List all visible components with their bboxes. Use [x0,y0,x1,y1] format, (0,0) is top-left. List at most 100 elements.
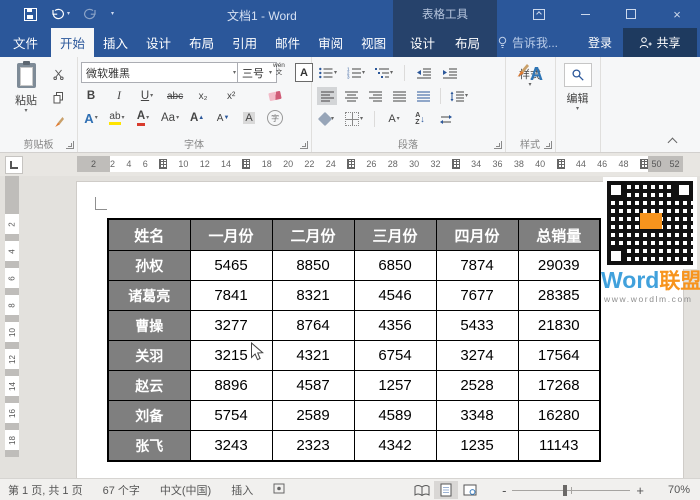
decrease-indent-button[interactable] [414,64,434,82]
bullets-button[interactable]: ▾ [317,64,339,82]
table-data-cell[interactable]: 17268 [517,370,601,401]
borders-button[interactable]: ▾ [343,110,365,128]
align-right-button[interactable] [365,87,385,105]
table-name-cell[interactable]: 张飞 [107,430,191,462]
cut-button[interactable] [48,65,68,83]
show-marks-button[interactable] [436,110,456,128]
table-data-cell[interactable]: 2323 [271,430,355,462]
table-data-cell[interactable]: 7874 [435,250,519,281]
subscript-button[interactable]: x₂ [193,87,213,105]
tab-开始[interactable]: 开始 [51,28,95,57]
table-data-cell[interactable]: 4589 [353,400,437,431]
tab-file[interactable]: 文件 [0,28,51,57]
table-data-cell[interactable]: 2589 [271,400,355,431]
table-data-cell[interactable]: 4587 [271,370,355,401]
status-word-count[interactable]: 67 个字 [103,482,140,498]
character-shading-button[interactable]: A [239,109,259,127]
paragraph-dialog-launcher[interactable] [494,141,502,149]
table-data-cell[interactable]: 4356 [353,310,437,341]
underline-button[interactable]: U ▾ [137,87,157,105]
maximize-button[interactable] [608,0,654,28]
table-data-cell[interactable]: 6850 [353,250,437,281]
table-data-cell[interactable]: 3277 [189,310,273,341]
tell-me-button[interactable]: 告诉我... [498,28,558,57]
table-data-cell[interactable]: 7841 [189,280,273,311]
table-header-cell[interactable]: 姓名 [107,218,191,251]
clear-formatting-button[interactable] [265,87,285,105]
undo-button[interactable]: ▾ [50,8,70,20]
share-button[interactable]: 共享 [623,28,697,57]
enclose-characters-button[interactable]: 字 [265,109,285,127]
table-data-cell[interactable]: 1257 [353,370,437,401]
italic-button[interactable]: I [109,87,129,105]
sort-button[interactable]: A Z ↓ [410,110,430,128]
table-data-cell[interactable]: 17564 [517,340,601,371]
table-data-cell[interactable]: 3274 [435,340,519,371]
line-spacing-button[interactable]: ▾ [448,87,470,105]
table-header-cell[interactable]: 三月份 [353,218,437,251]
table-data-cell[interactable]: 7677 [435,280,519,311]
table-data-cell[interactable]: 4321 [271,340,355,371]
font-color-button[interactable]: A ▾ [133,109,153,127]
table-header-cell[interactable]: 总销量 [517,218,601,251]
shading-button[interactable]: ▾ [317,110,337,128]
table-data-cell[interactable]: 3243 [189,430,273,462]
align-center-button[interactable] [341,87,361,105]
shrink-font-button[interactable]: A ▼ [213,109,233,127]
table-data-cell[interactable]: 6754 [353,340,437,371]
increase-indent-button[interactable] [440,64,460,82]
tab-审阅[interactable]: 审阅 [309,28,352,57]
align-left-button[interactable] [317,87,337,105]
tab-设计[interactable]: 设计 [137,28,180,57]
contextual-tab-设计[interactable]: 设计 [410,33,435,52]
zoom-level[interactable]: 70% [650,484,690,496]
status-page-info[interactable]: 第 1 页, 共 1 页 [8,482,83,498]
font-size-select[interactable]: 三号 ▾ [237,62,277,83]
font-name-select[interactable]: 微软雅黑 ▾ [81,62,241,83]
zoom-out-button[interactable]: - [496,483,512,498]
table-name-cell[interactable]: 诸葛亮 [107,280,191,311]
table-data-cell[interactable]: 1235 [435,430,519,462]
format-painter-button[interactable] [48,113,68,131]
tab-引用[interactable]: 引用 [223,28,266,57]
status-insert-mode[interactable]: 插入 [231,482,253,498]
table-data-cell[interactable]: 8896 [189,370,273,401]
customize-quick-access-button[interactable]: ▾ [111,11,114,17]
ribbon-display-options-button[interactable] [516,0,562,28]
table-data-cell[interactable]: 21830 [517,310,601,341]
distribute-button[interactable] [413,87,433,105]
table-data-cell[interactable]: 8850 [271,250,355,281]
table-data-cell[interactable]: 16280 [517,400,601,431]
table-data-cell[interactable]: 28385 [517,280,601,311]
table-header-cell[interactable]: 二月份 [271,218,355,251]
multilevel-list-button[interactable]: ▾ [373,64,395,82]
print-layout-button[interactable] [434,481,459,499]
contextual-tab-布局[interactable]: 布局 [455,33,480,52]
table-header-cell[interactable]: 四月份 [435,218,519,251]
redo-button[interactable] [83,8,98,20]
table-data-cell[interactable]: 29039 [517,250,601,281]
table-name-cell[interactable]: 刘备 [107,400,191,431]
clipboard-dialog-launcher[interactable] [66,141,74,149]
editing-button[interactable]: 编辑 ▾ [555,63,600,112]
change-case-button[interactable]: Aa ▾ [159,109,181,127]
tab-布局[interactable]: 布局 [180,28,223,57]
bold-button[interactable]: B [81,87,101,105]
table-name-cell[interactable]: 关羽 [107,340,191,371]
macro-record-button[interactable] [273,483,285,497]
table-name-cell[interactable]: 赵云 [107,370,191,401]
close-button[interactable]: × [654,0,700,28]
asian-layout-button[interactable]: A ▾ [384,110,404,128]
table-data-cell[interactable]: 8321 [271,280,355,311]
copy-button[interactable] [48,89,68,107]
save-button[interactable] [24,7,37,21]
horizontal-ruler[interactable]: 2 2 4 6 10 12 14 18 20 22 24 26 28 30 32 34 36 38 40 44 46 4… [77,156,683,172]
tab-视图[interactable]: 视图 [352,28,395,57]
table-name-cell[interactable]: 孙权 [107,250,191,281]
vertical-ruler[interactable]: 2 4 6 8 10 12 14 16 18 [5,176,19,457]
table-data-cell[interactable]: 11143 [517,430,601,462]
styles-button[interactable]: A 样式 ▾ [505,63,555,88]
highlight-button[interactable]: ab ▾ [107,109,127,127]
justify-button[interactable] [389,87,409,105]
table-header-cell[interactable]: 一月份 [189,218,273,251]
